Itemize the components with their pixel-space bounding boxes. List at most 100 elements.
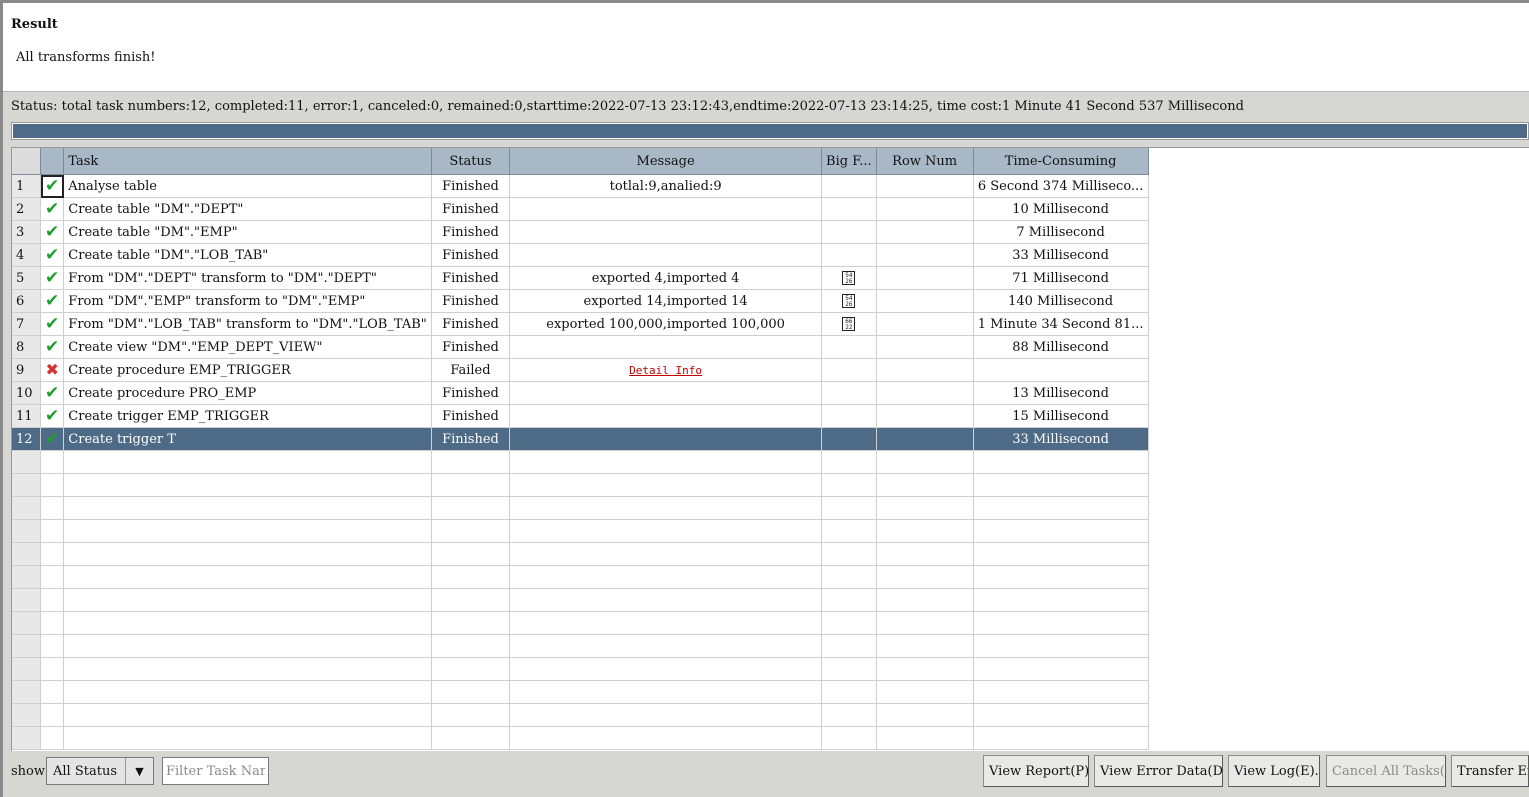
empty-row <box>12 634 1529 658</box>
cell-empty <box>431 542 511 566</box>
cell-row-number <box>12 473 42 497</box>
cell-message <box>509 427 823 451</box>
table-row[interactable]: 8 ✔ Create view "DM"."EMP_DEPT_VIEW" Finish… <box>12 335 1529 359</box>
cell-time-consuming: 33 Millisecond <box>973 427 1149 451</box>
cell-task: From "DM"."EMP" transform to "DM"."EMP" <box>63 289 432 313</box>
cell-big-file <box>821 381 877 405</box>
cell-row-num <box>876 266 974 290</box>
cell-empty <box>40 634 65 658</box>
cell-empty <box>431 588 511 612</box>
cell-status: Finished <box>431 335 511 359</box>
cell-time-consuming: 33 Millisecond <box>973 243 1149 267</box>
table-row[interactable]: 1 ✔ Analyse table Finished totlal:9,analied:… <box>12 174 1529 198</box>
cell-empty <box>876 542 974 566</box>
header-big-file[interactable]: Big F... <box>821 148 877 175</box>
cell-task: Create view "DM"."EMP_DEPT_VIEW" <box>63 335 432 359</box>
cell-row-number <box>12 634 42 658</box>
header-task[interactable]: Task <box>63 148 432 175</box>
transfer-errors-button[interactable]: Transfer Errors <box>1451 755 1529 787</box>
header-time-consuming[interactable]: Time-Consuming <box>973 148 1149 175</box>
cell-empty <box>63 680 432 704</box>
cell-row-number <box>12 496 42 520</box>
cell-big-file <box>821 358 877 382</box>
chevron-down-icon[interactable]: ▼ <box>125 758 153 784</box>
cell-empty <box>973 473 1149 497</box>
cell-empty <box>431 680 511 704</box>
table-row[interactable]: 3 ✔ Create table "DM"."EMP" Finished 7 Milli… <box>12 220 1529 244</box>
task-name-filter-input[interactable] <box>162 757 269 785</box>
cell-empty <box>876 634 974 658</box>
cell-empty <box>821 473 877 497</box>
empty-row <box>12 496 1529 520</box>
cell-big-file[interactable]: 54 26 <box>821 266 877 290</box>
task-table[interactable]: Task Status Message Big F... Row Num Tim… <box>11 147 1529 751</box>
cell-empty <box>63 588 432 612</box>
table-row[interactable]: 5 ✔ From "DM"."DEPT" transform to "DM"."DE… <box>12 266 1529 290</box>
cell-status-icon: ✔ <box>40 381 65 405</box>
header-message[interactable]: Message <box>509 148 823 175</box>
cell-empty <box>973 588 1149 612</box>
detail-info-link[interactable]: Detail Info <box>629 364 702 377</box>
cell-row-number: 6 <box>12 289 42 313</box>
cell-time-consuming: 10 Millisecond <box>973 197 1149 221</box>
cell-empty <box>509 634 823 658</box>
big-file-icon[interactable]: 66 22 <box>842 317 856 331</box>
cell-empty <box>509 680 823 704</box>
cell-row-number <box>12 519 42 543</box>
cell-message <box>509 381 823 405</box>
big-file-icon[interactable]: 54 26 <box>842 271 856 285</box>
cell-message <box>509 243 823 267</box>
table-row[interactable]: 9 ✖ Create procedure EMP_TRIGGER Failed Deta… <box>12 358 1529 382</box>
cell-time-consuming <box>973 358 1149 382</box>
cell-message[interactable]: Detail Info <box>509 358 823 382</box>
progress-bar-fill <box>13 124 1527 138</box>
cell-row-number: 4 <box>12 243 42 267</box>
status-filter-select[interactable]: All Status ▼ <box>46 757 154 785</box>
cell-time-consuming: 71 Millisecond <box>973 266 1149 290</box>
cell-empty <box>509 726 823 750</box>
cell-task: Create procedure EMP_TRIGGER <box>63 358 432 382</box>
table-row[interactable]: 11 ✔ Create trigger EMP_TRIGGER Finished 15 … <box>12 404 1529 428</box>
cell-empty <box>431 565 511 589</box>
check-icon: ✔ <box>45 245 60 265</box>
table-row[interactable]: 7 ✔ From "DM"."LOB_TAB" transform to "DM".… <box>12 312 1529 336</box>
cell-status-icon: ✔ <box>40 174 65 198</box>
cell-row-num <box>876 404 974 428</box>
cell-empty <box>821 680 877 704</box>
cell-row-number: 10 <box>12 381 42 405</box>
table-row[interactable]: 4 ✔ Create table "DM"."LOB_TAB" Finished 33 … <box>12 243 1529 267</box>
cell-empty <box>876 657 974 681</box>
cell-empty <box>431 657 511 681</box>
cell-status: Finished <box>431 404 511 428</box>
table-row[interactable]: 10 ✔ Create procedure PRO_EMP Finished 13 Mi… <box>12 381 1529 405</box>
view-log-button[interactable]: View Log(E)... <box>1228 755 1320 787</box>
cell-empty <box>973 726 1149 750</box>
header-status[interactable]: Status <box>431 148 511 175</box>
cell-empty <box>973 634 1149 658</box>
cell-big-file[interactable]: 66 22 <box>821 312 877 336</box>
big-file-icon[interactable]: 54 26 <box>842 294 856 308</box>
table-row[interactable]: 12 ✔ Create trigger T Finished 33 Millisecon… <box>12 427 1529 451</box>
cell-empty <box>973 680 1149 704</box>
cell-big-file <box>821 335 877 359</box>
progress-bar <box>11 122 1529 140</box>
cell-message: exported 14,imported 14 <box>509 289 823 313</box>
view-report-button[interactable]: View Report(P)... <box>983 755 1089 787</box>
header-row-num[interactable]: Row Num <box>876 148 974 175</box>
cell-empty <box>509 657 823 681</box>
cell-empty <box>63 703 432 727</box>
empty-row <box>12 680 1529 704</box>
cell-row-number: 1 <box>12 174 42 198</box>
cell-status: Finished <box>431 427 511 451</box>
view-error-data-button[interactable]: View Error Data(D)... <box>1094 755 1223 787</box>
cell-status-icon: ✔ <box>40 427 65 451</box>
cell-status-icon: ✔ <box>40 266 65 290</box>
table-row[interactable]: 2 ✔ Create table "DM"."DEPT" Finished 10 Mil… <box>12 197 1529 221</box>
check-icon: ✔ <box>45 429 60 449</box>
table-row[interactable]: 6 ✔ From "DM"."EMP" transform to "DM"."EMP… <box>12 289 1529 313</box>
table-header-row: Task Status Message Big F... Row Num Tim… <box>12 148 1529 175</box>
cancel-all-tasks-button[interactable]: Cancel All Tasks(S) <box>1326 755 1446 787</box>
cell-empty <box>63 496 432 520</box>
result-panel: Result All transforms finish! <box>3 3 1529 92</box>
cell-big-file[interactable]: 54 26 <box>821 289 877 313</box>
